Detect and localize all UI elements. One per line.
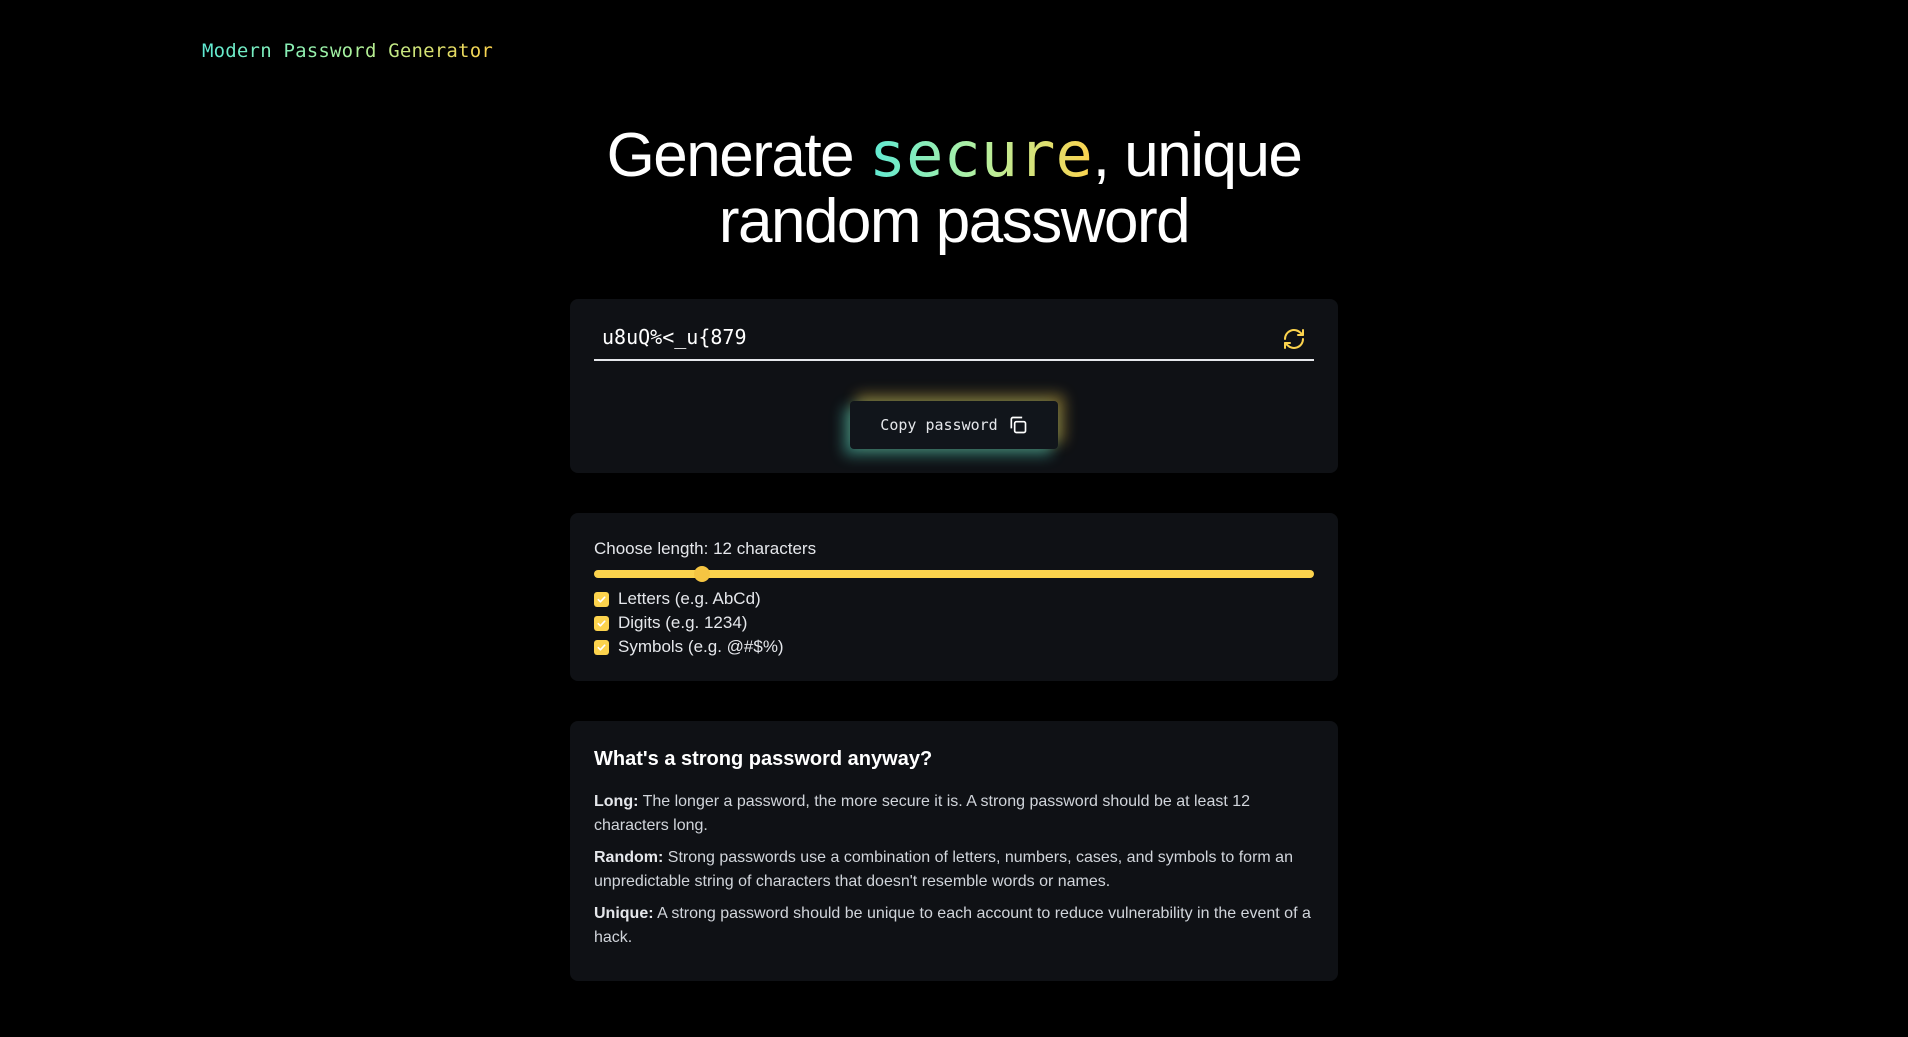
- option-symbols[interactable]: Symbols (e.g. @#$%): [594, 635, 784, 659]
- length-slider[interactable]: [594, 566, 1314, 582]
- option-letters[interactable]: Letters (e.g. AbCd): [594, 587, 784, 611]
- option-digits[interactable]: Digits (e.g. 1234): [594, 611, 784, 635]
- hero-accent-word: secure: [868, 118, 1093, 191]
- copy-password-button[interactable]: Copy password: [850, 401, 1058, 449]
- hero-prefix: Generate: [606, 121, 869, 190]
- info-text: A strong password should be unique to ea…: [594, 905, 1311, 946]
- hero-suffix: , unique: [1092, 121, 1303, 190]
- symbols-checkbox[interactable]: [594, 639, 609, 655]
- info-text: Strong passwords use a combination of le…: [594, 849, 1293, 890]
- brand-logo[interactable]: Modern Password Generator: [202, 40, 493, 62]
- digits-checkbox[interactable]: [594, 615, 609, 631]
- info-title: What's a strong password anyway?: [594, 748, 933, 770]
- letters-checkbox[interactable]: [594, 591, 609, 607]
- length-label: Choose length: 12 characters: [594, 539, 817, 558]
- symbols-label: Symbols (e.g. @#$%): [618, 637, 784, 656]
- copy-icon: [1010, 416, 1027, 434]
- info-item-random: Random: Strong passwords use a combinati…: [594, 846, 1314, 894]
- info-list: Long: The longer a password, the more se…: [594, 790, 1314, 958]
- check-icon: [597, 643, 606, 651]
- letters-label: Letters (e.g. AbCd): [618, 589, 761, 608]
- info-term: Unique:: [594, 905, 654, 922]
- info-text: The longer a password, the more secure i…: [594, 793, 1251, 834]
- app-root: Modern Password Generator Generate secur…: [0, 0, 1908, 1037]
- options-card: Choose length: 12 characters Letters (e.…: [570, 513, 1338, 681]
- info-item-unique: Unique: A strong password should be uniq…: [594, 902, 1314, 950]
- check-icon: [597, 619, 606, 627]
- hero-heading: Generate secure, unique random password: [0, 122, 1908, 255]
- password-field[interactable]: u8uQ%<_u{879: [594, 321, 1314, 361]
- copy-password-label: Copy password: [880, 416, 998, 434]
- refresh-icon[interactable]: [1282, 327, 1306, 351]
- info-term: Long:: [594, 793, 639, 810]
- password-value[interactable]: u8uQ%<_u{879: [602, 325, 747, 349]
- hero-line-2: random password: [718, 187, 1191, 256]
- password-card: u8uQ%<_u{879 Copy password: [570, 299, 1338, 473]
- info-term: Random:: [594, 849, 664, 866]
- info-item-long: Long: The longer a password, the more se…: [594, 790, 1314, 838]
- length-slider-thumb[interactable]: [694, 566, 710, 582]
- check-icon: [597, 595, 606, 603]
- info-card: What's a strong password anyway? Long: T…: [570, 721, 1338, 981]
- character-options: Letters (e.g. AbCd) Digits (e.g. 1234) S…: [594, 587, 784, 659]
- digits-label: Digits (e.g. 1234): [618, 613, 748, 632]
